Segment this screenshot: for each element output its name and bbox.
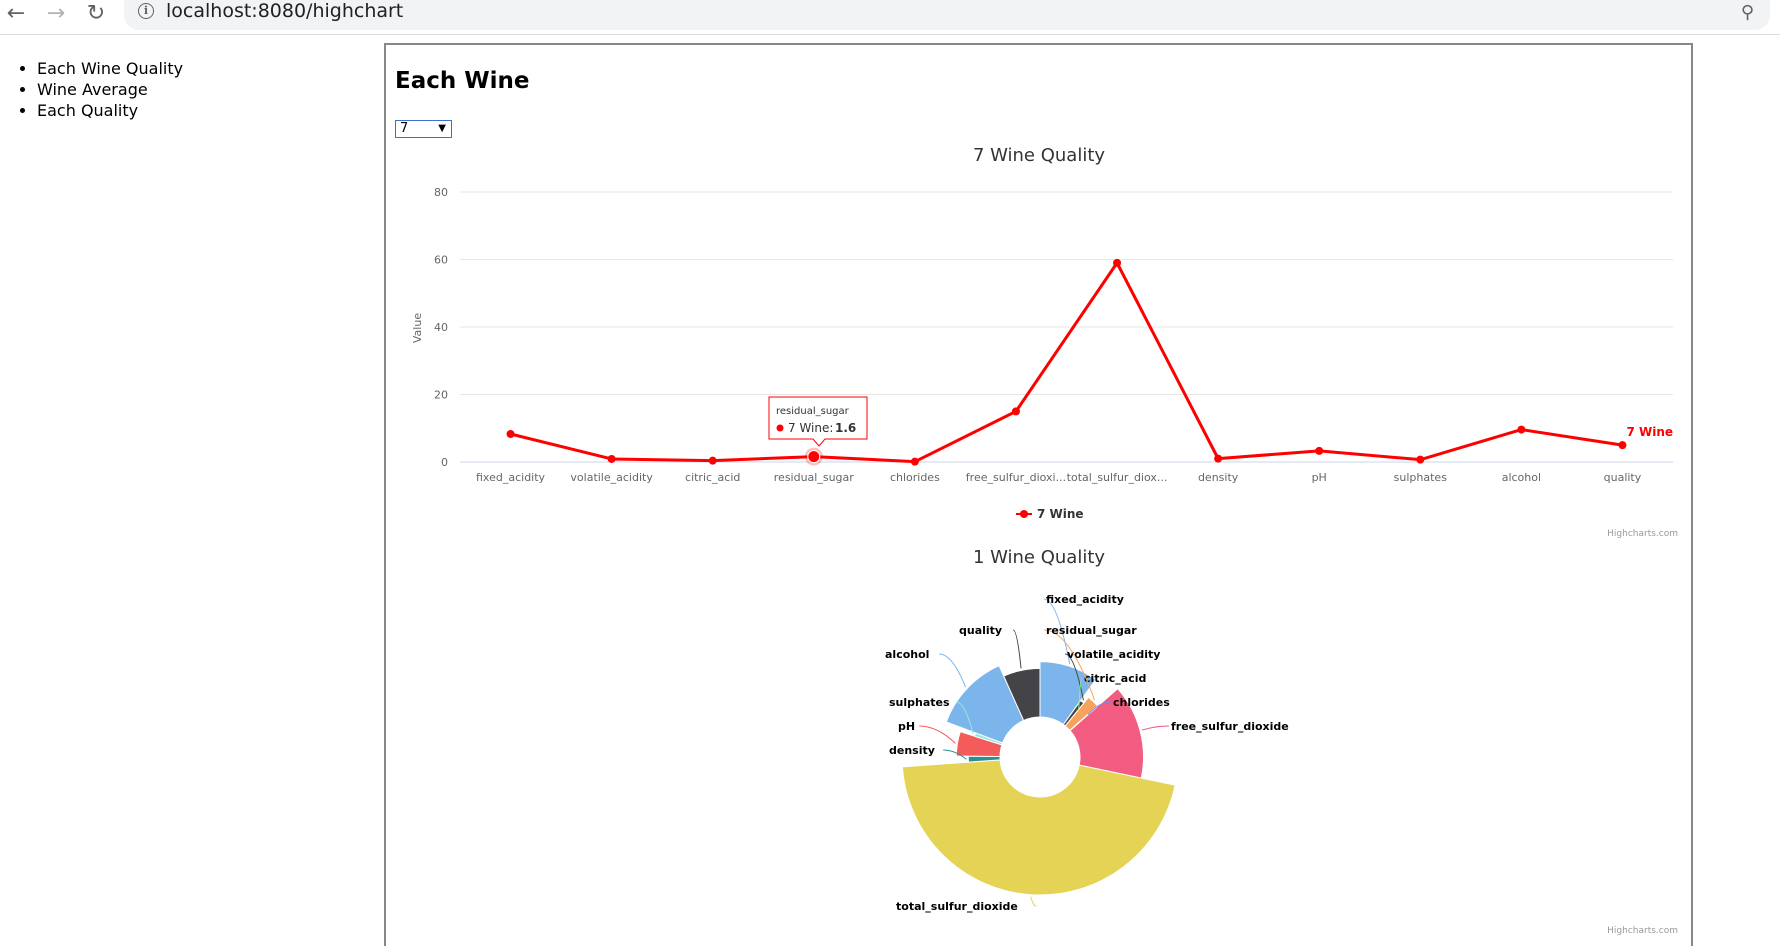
data-point xyxy=(1416,455,1425,464)
y-tick-label: 20 xyxy=(434,389,448,402)
data-point xyxy=(1214,454,1223,463)
forward-icon[interactable]: → xyxy=(42,2,70,28)
data-point xyxy=(1113,258,1122,267)
pie-connector xyxy=(1030,896,1037,907)
pie-label: density xyxy=(889,744,935,757)
data-point xyxy=(1011,407,1020,416)
zoom-icon[interactable]: ⚲ xyxy=(1741,2,1754,23)
legend: 7 Wine xyxy=(1016,507,1084,521)
back-icon[interactable]: ← xyxy=(2,2,30,28)
y-axis-title: Value xyxy=(411,313,424,343)
x-tick-label: density xyxy=(1198,471,1239,484)
pie-label: fixed_acidity xyxy=(1046,593,1124,606)
line-chart: 7 Wine Quality 0 20 40 60 80 Value fixed_acidit… xyxy=(411,145,1678,539)
info-icon[interactable]: i xyxy=(138,3,154,19)
data-point xyxy=(607,454,616,463)
data-point xyxy=(1618,441,1627,450)
x-tick-label: alcohol xyxy=(1502,471,1541,484)
credits-link: Highcharts.com xyxy=(1607,926,1678,936)
tooltip-series: 7 Wine: xyxy=(788,421,833,435)
pie-label: sulphates xyxy=(889,696,950,709)
url-text[interactable]: localhost:8080/highchart xyxy=(166,0,403,22)
sidebar-menu: Each Wine Quality Wine Average Each Qual… xyxy=(0,58,183,121)
line-chart-title: 7 Wine Quality xyxy=(973,145,1105,166)
y-tick-label: 80 xyxy=(434,186,448,199)
tooltip-category: residual_sugar xyxy=(776,406,850,417)
x-tick-label: citric_acid xyxy=(685,471,740,484)
pie-label: citric_acid xyxy=(1084,672,1146,685)
pie-slice xyxy=(901,759,1176,896)
x-tick-label: residual_sugar xyxy=(774,471,855,484)
x-tick-label: fixed_acidity xyxy=(476,471,546,484)
x-tick-label: pH xyxy=(1312,471,1327,484)
sidebar-item-each-wine-quality[interactable]: Each Wine Quality xyxy=(37,58,183,79)
credits-link: Highcharts.com xyxy=(1607,529,1678,539)
series-end-label: 7 Wine xyxy=(1626,425,1673,439)
pie-connector xyxy=(1141,725,1170,731)
data-point xyxy=(708,456,717,465)
browser-toolbar: ← → ↻ i localhost:8080/highchart ⚲ xyxy=(0,0,1780,35)
tooltip-value: 1.6 xyxy=(835,421,856,435)
legend-label: 7 Wine xyxy=(1037,507,1084,521)
address-bar[interactable]: i localhost:8080/highchart ⚲ xyxy=(124,0,1770,30)
series-line xyxy=(510,261,1623,464)
x-tick-label: sulphates xyxy=(1394,471,1448,484)
data-point xyxy=(1315,446,1324,455)
x-tick-label: total_sulfur_diox... xyxy=(1067,471,1168,484)
data-point xyxy=(1517,425,1526,434)
data-point xyxy=(910,457,919,466)
tooltip-marker xyxy=(776,424,784,432)
pie-connector xyxy=(1012,629,1022,669)
pie-chart: 1 Wine Quality fixed_acidity volatile_acid… xyxy=(885,547,1678,936)
pie-connector xyxy=(919,725,956,744)
main-panel: Each Wine 7 ▼ 7 Wine Quality 0 20 40 60 80 Val… xyxy=(384,43,1693,946)
legend-marker xyxy=(1020,510,1028,518)
x-tick-label: volatile_acidity xyxy=(570,471,653,484)
pie-connector xyxy=(939,653,967,688)
charts-area: 7 Wine Quality 0 20 40 60 80 Value fixed_acidit… xyxy=(411,145,1678,936)
tooltip: residual_sugar 7 Wine: 1.6 xyxy=(768,396,868,447)
pie-label: free_sulfur_dioxide xyxy=(1171,720,1289,733)
x-tick-label: chlorides xyxy=(890,471,940,484)
pie-label: chlorides xyxy=(1113,696,1170,709)
pie-label: quality xyxy=(959,624,1002,637)
pie-label: volatile_acidity xyxy=(1067,648,1160,661)
pie-label: total_sulfur_dioxide xyxy=(896,900,1018,913)
data-point xyxy=(506,429,515,438)
x-tick-label: free_sulfur_dioxi... xyxy=(966,471,1066,484)
reload-icon[interactable]: ↻ xyxy=(82,2,110,28)
sidebar-item-each-quality[interactable]: Each Quality xyxy=(37,100,183,121)
pie-label: residual_sugar xyxy=(1046,624,1137,637)
data-point-hover xyxy=(807,450,821,464)
sidebar-item-wine-average[interactable]: Wine Average xyxy=(37,79,183,100)
pie-label: alcohol xyxy=(885,648,929,661)
pie-chart-title: 1 Wine Quality xyxy=(973,547,1105,568)
y-tick-label: 0 xyxy=(441,456,448,469)
x-tick-label: quality xyxy=(1604,471,1642,484)
pie-label: pH xyxy=(898,720,915,733)
y-tick-label: 60 xyxy=(434,254,448,267)
y-tick-label: 40 xyxy=(434,321,448,334)
